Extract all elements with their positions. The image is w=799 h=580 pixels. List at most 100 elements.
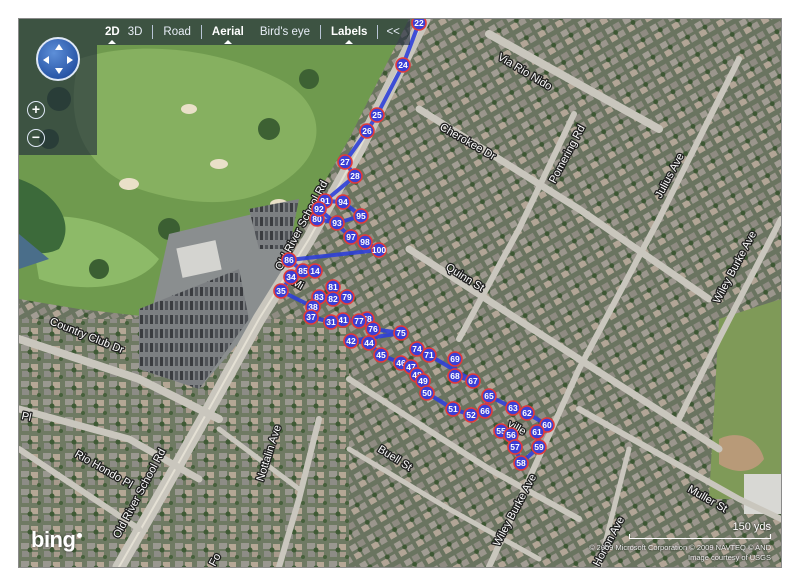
route-marker[interactable]: 44: [361, 335, 377, 351]
collapse-toolbar-button[interactable]: <<: [380, 19, 405, 45]
route-marker[interactable]: 95: [353, 208, 369, 224]
route-marker[interactable]: 45: [373, 347, 389, 363]
marker-label: 14: [310, 266, 320, 276]
route-marker[interactable]: 26: [359, 123, 375, 139]
route-marker[interactable]: 52: [463, 407, 479, 423]
route-marker[interactable]: 25: [369, 107, 385, 123]
marker-label: 24: [398, 60, 408, 70]
marker-label: 44: [364, 338, 374, 348]
marker-label: 42: [346, 336, 356, 346]
route-marker[interactable]: 67: [465, 373, 481, 389]
route-marker[interactable]: 34: [283, 269, 299, 285]
marker-label: 93: [332, 218, 342, 228]
zoom-out-button[interactable]: −: [27, 129, 45, 147]
route-marker[interactable]: 31: [323, 314, 339, 330]
route-marker[interactable]: 58: [513, 455, 529, 471]
imagery-credit: Image courtesy of USGS: [688, 553, 771, 562]
route-marker[interactable]: 35: [273, 283, 289, 299]
route-marker[interactable]: 94: [335, 194, 351, 210]
marker-label: 74: [412, 344, 422, 354]
marker-label: 31: [326, 317, 336, 327]
route-marker[interactable]: 79: [339, 289, 355, 305]
route-marker[interactable]: 86: [281, 252, 297, 268]
route-marker[interactable]: 69: [447, 351, 463, 367]
marker-label: 27: [340, 157, 350, 167]
route-marker[interactable]: 62: [519, 405, 535, 421]
route-marker[interactable]: 51: [445, 401, 461, 417]
route-marker[interactable]: 61: [529, 424, 545, 440]
marker-label: 67: [468, 376, 478, 386]
route-marker[interactable]: 63: [505, 400, 521, 416]
birds-eye-button[interactable]: Bird's eye: [252, 19, 318, 45]
map-frame: Via Rio Nido Cherokee Dr Pomering Rd Jul…: [18, 18, 782, 568]
route-marker[interactable]: 71: [421, 347, 437, 363]
route-marker[interactable]: 93: [329, 215, 345, 231]
copyright-notice: © 2009 Microsoft Corporation © 2009 NAVT…: [541, 543, 771, 563]
route-marker[interactable]: 65: [481, 388, 497, 404]
copyright-line: © 2009 Microsoft Corporation © 2009 NAVT…: [589, 543, 771, 552]
route-marker[interactable]: 22: [411, 19, 427, 31]
marker-label: 45: [376, 350, 386, 360]
route-marker[interactable]: 66: [477, 403, 493, 419]
route-marker[interactable]: 75: [393, 325, 409, 341]
marker-label: 37: [306, 312, 316, 322]
route-marker[interactable]: 57: [507, 439, 523, 455]
scale-bar: 150 yds: [629, 521, 771, 539]
marker-label: 57: [510, 442, 520, 452]
route-marker[interactable]: 37: [303, 309, 319, 325]
route-marker[interactable]: 100: [371, 242, 387, 258]
route-marker[interactable]: 27: [337, 154, 353, 170]
pan-south-icon[interactable]: [55, 68, 63, 74]
marker-label: 92: [314, 204, 324, 214]
route-marker[interactable]: 59: [531, 439, 547, 455]
marker-label: 75: [396, 328, 406, 338]
marker-label: 94: [338, 197, 348, 207]
labels-toggle-button[interactable]: Labels: [323, 19, 375, 45]
route-marker[interactable]: 92: [311, 201, 327, 217]
marker-label: 97: [346, 232, 356, 242]
marker-label: 50: [422, 388, 432, 398]
divider: [200, 25, 202, 39]
marker-label: 28: [350, 171, 360, 181]
marker-label: 22: [414, 19, 424, 28]
marker-label: 100: [372, 245, 386, 255]
bing-logo: bing: [31, 527, 83, 553]
route-marker[interactable]: 42: [343, 333, 359, 349]
marker-label: 63: [508, 403, 518, 413]
road-view-button[interactable]: Road: [155, 19, 199, 45]
zoom-in-button[interactable]: +: [27, 101, 45, 119]
marker-label: 77: [354, 316, 364, 326]
navigation-panel: + −: [19, 19, 97, 155]
route-marker[interactable]: 82: [325, 291, 341, 307]
divider: [320, 25, 322, 39]
marker-label: 25: [372, 110, 382, 120]
toggle-3d-button[interactable]: 3D: [128, 19, 151, 45]
route-marker[interactable]: 77: [351, 313, 367, 329]
aerial-view-button[interactable]: Aerial: [204, 19, 252, 45]
marker-label: 49: [418, 376, 428, 386]
route-marker[interactable]: 98: [357, 234, 373, 250]
marker-label: 79: [342, 292, 352, 302]
marker-label: 81: [328, 282, 338, 292]
marker-label: 58: [516, 458, 526, 468]
route-marker[interactable]: 76: [365, 321, 381, 337]
route-marker[interactable]: 14: [307, 263, 323, 279]
route-marker[interactable]: 24: [395, 57, 411, 73]
route-marker[interactable]: 28: [347, 168, 363, 184]
pan-north-icon[interactable]: [55, 44, 63, 50]
map-toolbar: 2D 3D Road Aerial Bird's eye Labels <<: [97, 19, 410, 45]
route-marker[interactable]: 97: [343, 229, 359, 245]
route-marker[interactable]: 68: [447, 368, 463, 384]
route-marker[interactable]: 50: [419, 385, 435, 401]
marker-label: 61: [532, 427, 542, 437]
marker-label: 95: [356, 211, 366, 221]
marker-label: 71: [424, 350, 434, 360]
pan-east-icon[interactable]: [67, 56, 73, 64]
aerial-map[interactable]: Via Rio Nido Cherokee Dr Pomering Rd Jul…: [19, 19, 781, 567]
pan-compass-icon[interactable]: [36, 37, 80, 81]
marker-label: 65: [484, 391, 494, 401]
pan-west-icon[interactable]: [43, 56, 49, 64]
toggle-2d-button[interactable]: 2D: [97, 19, 128, 45]
marker-label: 41: [338, 315, 348, 325]
marker-label: 82: [328, 294, 338, 304]
